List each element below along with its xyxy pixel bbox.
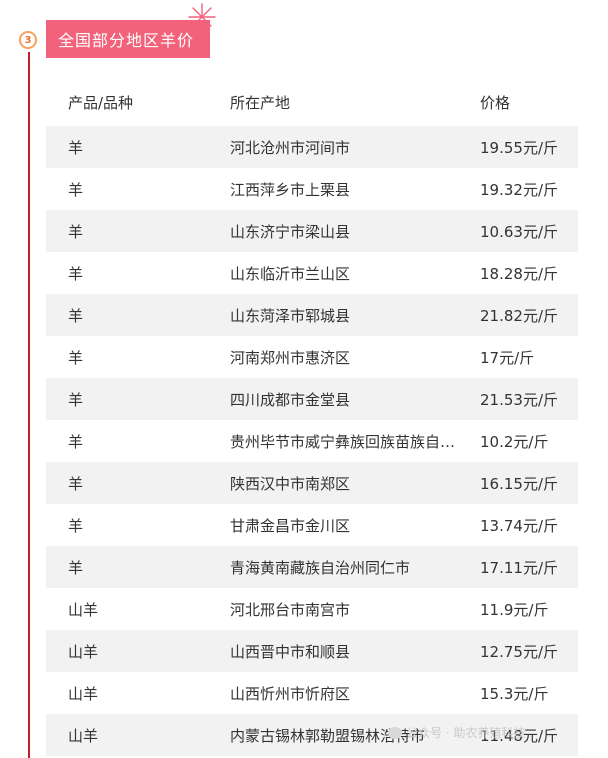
cell-origin: 山西晋中市和顺县 — [230, 642, 351, 661]
table-row: 羊 江西萍乡市上栗县 19.32元/斤 — [46, 168, 578, 210]
header-product: 产品/品种 — [68, 93, 134, 112]
cell-price: 17.11元/斤 — [480, 558, 558, 577]
timeline-line — [28, 52, 30, 758]
cell-product: 羊 — [68, 348, 84, 367]
cell-origin: 陕西汉中市南郑区 — [230, 474, 351, 493]
table-header-row: 产品/品种 所在产地 价格 — [46, 82, 578, 122]
cell-price: 13.74元/斤 — [480, 516, 558, 535]
cell-product: 羊 — [68, 432, 84, 451]
cell-product: 羊 — [68, 180, 84, 199]
cell-product: 山羊 — [68, 600, 99, 619]
cell-price: 18.28元/斤 — [480, 264, 558, 283]
cell-product: 羊 — [68, 390, 84, 409]
cell-price: 10.63元/斤 — [480, 222, 558, 241]
cell-price: 19.32元/斤 — [480, 180, 558, 199]
header-price: 价格 — [480, 93, 511, 112]
cell-origin: 内蒙古锡林郭勒盟锡林浩特市 — [230, 726, 426, 745]
cell-origin: 河北邢台市南宫市 — [230, 600, 351, 619]
cell-product: 羊 — [68, 558, 84, 577]
cell-product: 山羊 — [68, 642, 99, 661]
table-row: 羊 河北沧州市河间市 19.55元/斤 — [46, 126, 578, 168]
cell-price: 11.48元/斤 — [480, 726, 558, 745]
cell-price: 16.15元/斤 — [480, 474, 558, 493]
table-row: 羊 四川成都市金堂县 21.53元/斤 — [46, 378, 578, 420]
table-row: 羊 山东临沂市兰山区 18.28元/斤 — [46, 252, 578, 294]
table-row: 羊 河南郑州市惠济区 17元/斤 — [46, 336, 578, 378]
price-table: 产品/品种 所在产地 价格 羊河北沧州市河间市 19.55元/斤羊江西萍乡市上栗县… — [46, 82, 578, 756]
cell-price: 21.53元/斤 — [480, 390, 558, 409]
table-row: 羊 贵州毕节市威宁彝族回族苗族自… 10.2元/斤 — [46, 420, 578, 462]
cell-price: 19.55元/斤 — [480, 138, 558, 157]
table-row: 羊 甘肃金昌市金川区 13.74元/斤 — [46, 504, 578, 546]
cell-product: 羊 — [68, 138, 84, 157]
cell-origin: 山东菏泽市郓城县 — [230, 306, 351, 325]
cell-product: 羊 — [68, 474, 84, 493]
cell-product: 山羊 — [68, 684, 99, 703]
table-row: 山羊 山西晋中市和顺县 12.75元/斤 — [46, 630, 578, 672]
firework-icon — [188, 3, 216, 27]
header-origin: 所在产地 — [230, 93, 291, 112]
cell-price: 11.9元/斤 — [480, 600, 549, 619]
cell-origin: 四川成都市金堂县 — [230, 390, 351, 409]
cell-price: 10.2元/斤 — [480, 432, 549, 451]
cell-origin: 江西萍乡市上栗县 — [230, 180, 351, 199]
cell-price: 12.75元/斤 — [480, 642, 558, 661]
cell-origin: 河北沧州市河间市 — [230, 138, 351, 157]
cell-origin: 河南郑州市惠济区 — [230, 348, 351, 367]
table-row: 羊 山东菏泽市郓城县 21.82元/斤 — [46, 294, 578, 336]
cell-product: 羊 — [68, 306, 84, 325]
table-row: 山羊 河北邢台市南宫市 11.9元/斤 — [46, 588, 578, 630]
table-row: 羊 青海黄南藏族自治州同仁市 17.11元/斤 — [46, 546, 578, 588]
cell-origin: 甘肃金昌市金川区 — [230, 516, 351, 535]
table-row: 山羊 内蒙古锡林郭勒盟锡林浩特市 11.48元/斤 — [46, 714, 578, 756]
table-row: 羊 山东济宁市梁山县 10.63元/斤 — [46, 210, 578, 252]
table-row: 山羊 山西忻州市忻府区 15.3元/斤 — [46, 672, 578, 714]
cell-product: 羊 — [68, 222, 84, 241]
table-row: 羊 陕西汉中市南郑区 16.15元/斤 — [46, 462, 578, 504]
cell-price: 15.3元/斤 — [480, 684, 549, 703]
cell-product: 羊 — [68, 516, 84, 535]
cell-origin: 山东济宁市梁山县 — [230, 222, 351, 241]
cell-price: 21.82元/斤 — [480, 306, 558, 325]
table-body: 羊河北沧州市河间市 19.55元/斤羊江西萍乡市上栗县 19.32元/斤羊山东济宁市… — [46, 126, 578, 756]
cell-origin: 青海黄南藏族自治州同仁市 — [230, 558, 411, 577]
section-number-badge: 3 — [19, 31, 37, 49]
cell-origin: 山西忻州市忻府区 — [230, 684, 351, 703]
cell-product: 山羊 — [68, 726, 99, 745]
cell-product: 羊 — [68, 264, 84, 283]
cell-origin: 贵州毕节市威宁彝族回族苗族自… — [230, 432, 456, 451]
cell-origin: 山东临沂市兰山区 — [230, 264, 351, 283]
cell-price: 17元/斤 — [480, 348, 535, 367]
